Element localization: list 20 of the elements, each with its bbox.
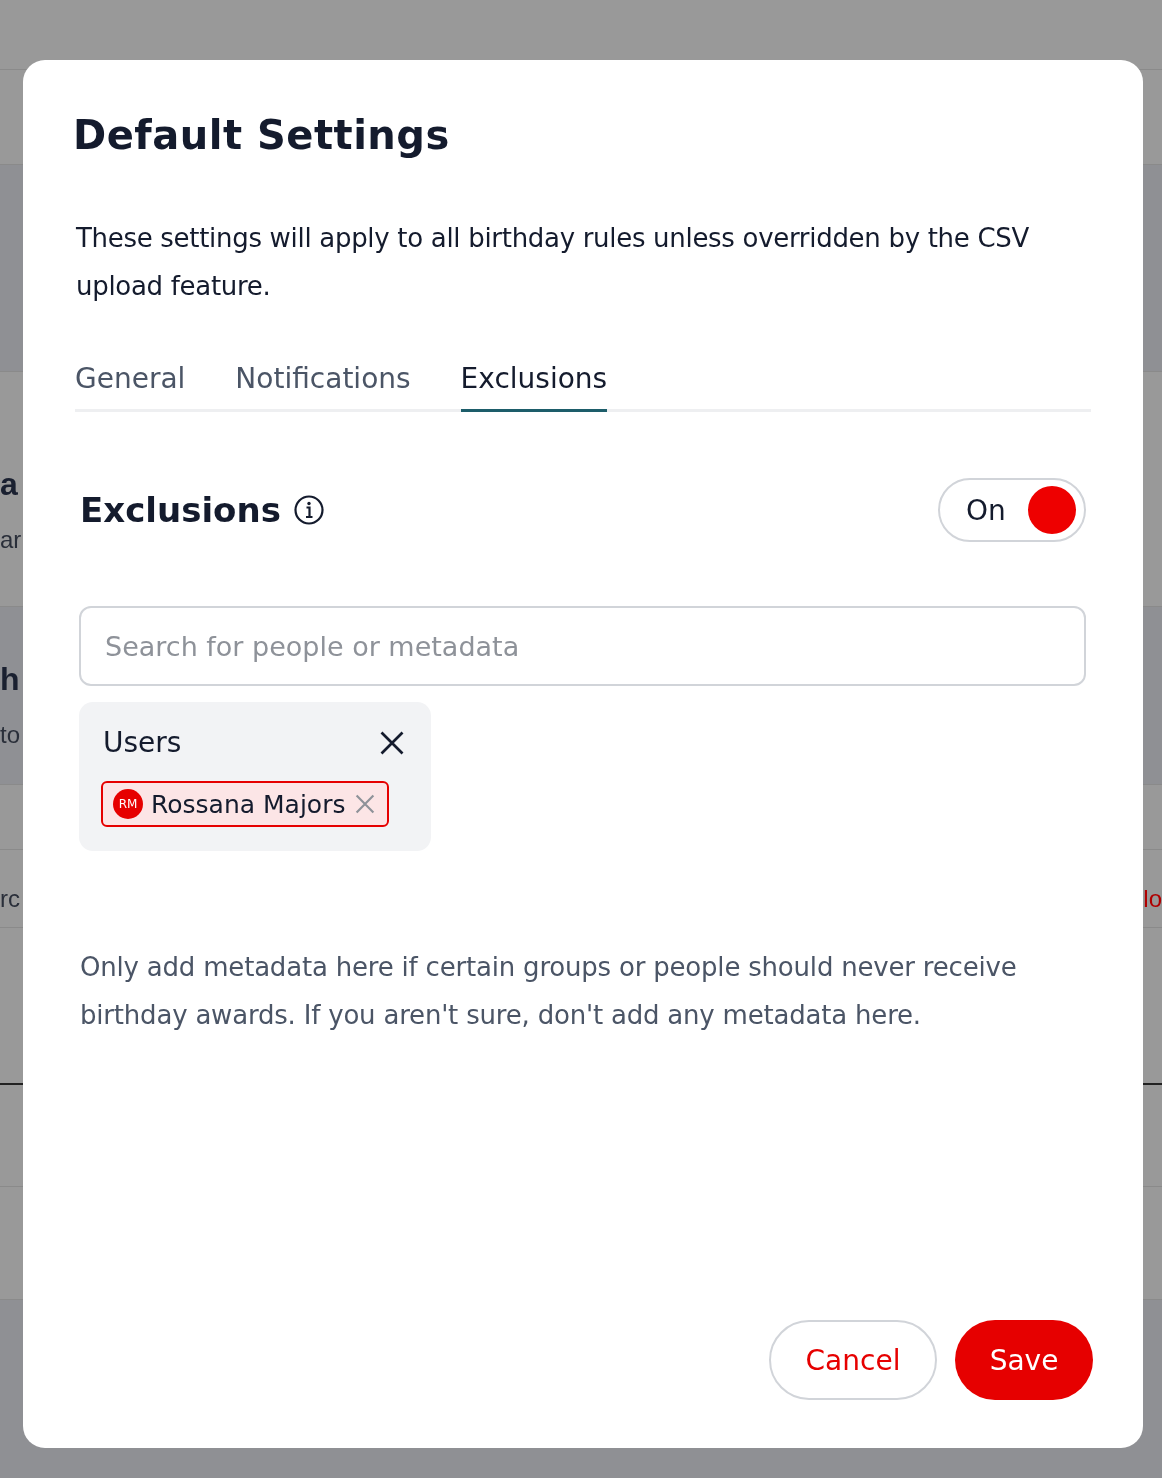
user-name: Rossana Majors	[151, 789, 346, 819]
help-text: Only add metadata here if certain groups or people should never receive birthday awards. If you aren't sure, don't add any metadata here.	[80, 951, 1018, 1032]
toggle-switch[interactable]: On	[938, 478, 1086, 542]
search-field[interactable]: Search for people or metadata	[79, 606, 1086, 686]
tab[interactable]: Notifications	[235, 358, 411, 412]
background-text: to	[0, 721, 20, 749]
section-title: Exclusions	[80, 490, 281, 530]
description-text: These settings will apply to all birthday rules unless overridden by the CSV upload feature.	[76, 222, 1030, 303]
cancel-button[interactable]: Cancel	[769, 1320, 937, 1400]
user-avatar: RM	[113, 789, 143, 819]
background-text: rc	[0, 885, 20, 913]
tab[interactable]: Exclusions	[460, 358, 608, 412]
background-text: h	[0, 660, 20, 698]
background-text: a	[0, 465, 18, 503]
group-title: Users	[103, 726, 182, 759]
save-button[interactable]: Save	[955, 1320, 1093, 1400]
info-icon[interactable]	[292, 494, 325, 526]
background-text: ar	[0, 526, 22, 554]
tab[interactable]: General	[75, 358, 186, 412]
dialog-title: Default Settings	[73, 112, 451, 158]
